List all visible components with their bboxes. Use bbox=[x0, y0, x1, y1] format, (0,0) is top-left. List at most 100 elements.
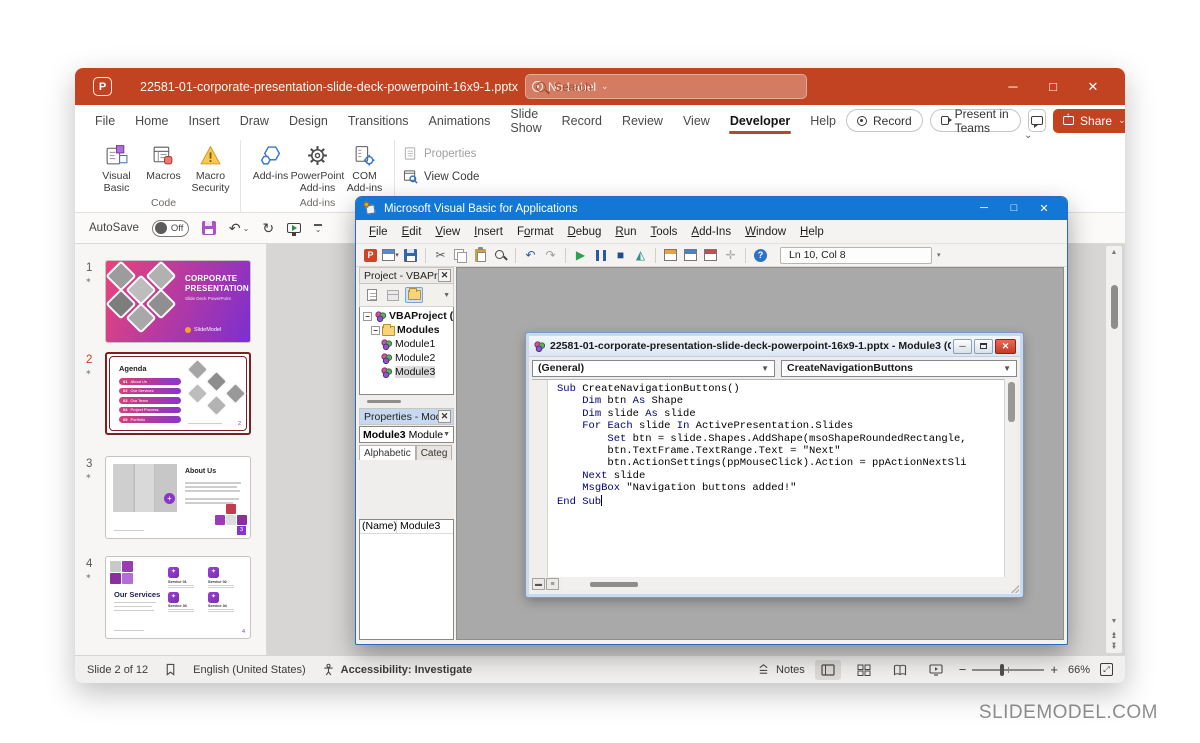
cut-icon[interactable]: ✂ bbox=[432, 247, 449, 264]
autosave-toggle[interactable]: Off bbox=[152, 220, 189, 237]
break-icon[interactable] bbox=[592, 247, 609, 264]
present-in-teams-button[interactable]: Present in Teams bbox=[930, 109, 1021, 132]
procedure-view-button[interactable]: ▬ bbox=[532, 578, 545, 590]
properties-window-icon[interactable] bbox=[682, 247, 699, 264]
toggle-folders-icon[interactable] bbox=[405, 287, 423, 303]
zoom-slider[interactable] bbox=[972, 669, 1044, 671]
record-button[interactable]: Record bbox=[846, 109, 923, 132]
tab-file[interactable]: File bbox=[85, 105, 125, 136]
tab-help[interactable]: Help bbox=[800, 105, 846, 136]
paste-icon[interactable] bbox=[472, 247, 489, 264]
visual-basic-button[interactable]: Visual Basic bbox=[93, 140, 140, 194]
add-ins-button[interactable]: Add-ins bbox=[247, 140, 294, 183]
design-mode-icon[interactable]: ◭ bbox=[632, 247, 649, 264]
view-code-icon[interactable] bbox=[363, 287, 381, 303]
vba-menu-format[interactable]: Format bbox=[510, 226, 560, 238]
vba-menu-file[interactable]: File bbox=[362, 226, 395, 238]
copy-icon[interactable] bbox=[452, 247, 469, 264]
redo-button[interactable]: ↻ bbox=[262, 220, 274, 237]
maximize-button[interactable]: □ bbox=[1033, 79, 1073, 94]
tab-transitions[interactable]: Transitions bbox=[338, 105, 419, 136]
find-icon[interactable] bbox=[492, 247, 509, 264]
zoom-in-button[interactable]: + bbox=[1050, 662, 1058, 677]
slide-thumbnail-2-selected[interactable]: Agenda 01About Us02Our Services03Our Tea… bbox=[105, 352, 251, 435]
fit-slide-to-window-button[interactable]: ⤢ bbox=[1100, 663, 1113, 676]
accessibility-status[interactable]: Accessibility: Investigate bbox=[322, 663, 472, 676]
save-icon[interactable] bbox=[202, 221, 216, 235]
collapse-ribbon-icon[interactable]: ⌄ bbox=[1024, 130, 1032, 141]
undo-icon[interactable]: ↶ bbox=[522, 247, 539, 264]
scrollbar-thumb[interactable] bbox=[1111, 285, 1118, 329]
run-icon[interactable]: ▶ bbox=[572, 247, 589, 264]
tree-expander-icon[interactable]: − bbox=[363, 312, 372, 321]
canvas-scrollbar[interactable]: ▲ ▼ ▲▲ ▼▼ bbox=[1106, 246, 1122, 653]
tab-alphabetic[interactable]: Alphabetic bbox=[359, 445, 416, 460]
procedure-dropdown[interactable]: CreateNavigationButtons ▼ bbox=[781, 360, 1017, 377]
view-code-button[interactable]: View Code bbox=[403, 169, 479, 184]
tab-review[interactable]: Review bbox=[612, 105, 673, 136]
slide-thumbnail-1[interactable]: CORPORATEPRESENTATION Slide Deck PowerPo… bbox=[105, 260, 251, 343]
minimize-button[interactable]: ─ bbox=[993, 79, 1033, 94]
tree-item-module1[interactable]: Module1 bbox=[360, 337, 453, 351]
full-module-view-button[interactable]: ≡ bbox=[546, 578, 559, 590]
slideshow-icon[interactable] bbox=[287, 223, 301, 233]
tree-expander-icon[interactable]: − bbox=[371, 326, 380, 335]
customize-qat-button[interactable]: ⌄ bbox=[314, 224, 322, 231]
zoom-slider-thumb[interactable] bbox=[1000, 664, 1004, 676]
share-button[interactable]: Share ⌄ bbox=[1053, 109, 1125, 133]
code-editor[interactable]: Sub CreateNavigationButtons() Dim btn As… bbox=[532, 379, 1004, 577]
object-dropdown[interactable]: (General) ▼ bbox=[532, 360, 775, 377]
properties-button[interactable]: Properties bbox=[403, 146, 479, 161]
view-object-icon[interactable] bbox=[384, 287, 402, 303]
toolbox-icon[interactable]: ✛ bbox=[722, 247, 739, 264]
tab-insert[interactable]: Insert bbox=[179, 105, 230, 136]
normal-view-button[interactable] bbox=[815, 660, 841, 680]
tab-home[interactable]: Home bbox=[125, 105, 178, 136]
scroll-up-icon[interactable]: ▲ bbox=[1111, 246, 1118, 259]
vba-menu-insert[interactable]: Insert bbox=[467, 226, 510, 238]
project-explorer-icon[interactable] bbox=[662, 247, 679, 264]
panel-scroll-icon[interactable]: ▼ bbox=[443, 292, 450, 299]
bookmark-icon[interactable] bbox=[164, 663, 177, 676]
vba-menu-edit[interactable]: Edit bbox=[395, 226, 429, 238]
slide-thumbnail-4[interactable]: Our Services ✦Service 01✦Service 02✦Serv… bbox=[105, 556, 251, 639]
comments-button[interactable] bbox=[1028, 109, 1046, 132]
macros-button[interactable]: Macros bbox=[140, 140, 187, 183]
code-restore-button[interactable] bbox=[974, 339, 993, 354]
next-slide-button[interactable]: ▼▼ bbox=[1111, 643, 1117, 650]
tab-animations[interactable]: Animations bbox=[419, 105, 501, 136]
tab-design[interactable]: Design bbox=[279, 105, 338, 136]
close-button[interactable]: ✕ bbox=[1073, 79, 1113, 95]
powerpoint-add-ins-button[interactable]: PowerPoint Add-ins bbox=[294, 140, 341, 194]
toolbar-options-icon[interactable]: ▾ bbox=[937, 253, 941, 258]
slide-thumbnail-3[interactable]: + About Us 3 bbox=[105, 456, 251, 539]
redo-icon[interactable]: ↷ bbox=[542, 247, 559, 264]
properties-object-selector[interactable]: Module3 Module ▼ bbox=[359, 426, 454, 443]
vba-menu-view[interactable]: View bbox=[428, 226, 467, 238]
language-indicator[interactable]: English (United States) bbox=[193, 664, 306, 676]
tab-draw[interactable]: Draw bbox=[230, 105, 279, 136]
tab-slide-show[interactable]: Slide Show bbox=[500, 105, 551, 136]
tab-view[interactable]: View bbox=[673, 105, 720, 136]
tab-developer[interactable]: Developer bbox=[720, 105, 800, 136]
tree-item-module2[interactable]: Module2 bbox=[360, 351, 453, 365]
vba-maximize-button[interactable]: □ bbox=[999, 202, 1029, 215]
close-panel-button[interactable]: ✕ bbox=[438, 410, 451, 423]
object-browser-icon[interactable] bbox=[702, 247, 719, 264]
panel-splitter[interactable] bbox=[359, 395, 454, 408]
tree-item-vbaproject[interactable]: −VBAProject (2 bbox=[360, 309, 453, 323]
previous-slide-button[interactable]: ▲▲ bbox=[1111, 632, 1117, 639]
code-horizontal-scrollbar[interactable] bbox=[562, 578, 1017, 590]
close-panel-button[interactable]: ✕ bbox=[438, 269, 451, 282]
com-add-ins-button[interactable]: COM Add-ins bbox=[341, 140, 388, 194]
help-icon[interactable]: ? bbox=[752, 247, 769, 264]
tab-categorized[interactable]: Categ bbox=[416, 445, 453, 460]
powerpoint-icon[interactable]: P bbox=[362, 247, 379, 264]
code-vertical-scrollbar[interactable] bbox=[1004, 379, 1017, 577]
scrollbar-thumb[interactable] bbox=[590, 582, 638, 587]
insert-userform-icon[interactable]: ▾ bbox=[382, 247, 399, 264]
vba-minimize-button[interactable]: ─ bbox=[969, 202, 999, 215]
vba-menu-run[interactable]: Run bbox=[608, 226, 643, 238]
reading-view-button[interactable] bbox=[887, 660, 913, 680]
slide-sorter-view-button[interactable] bbox=[851, 660, 877, 680]
